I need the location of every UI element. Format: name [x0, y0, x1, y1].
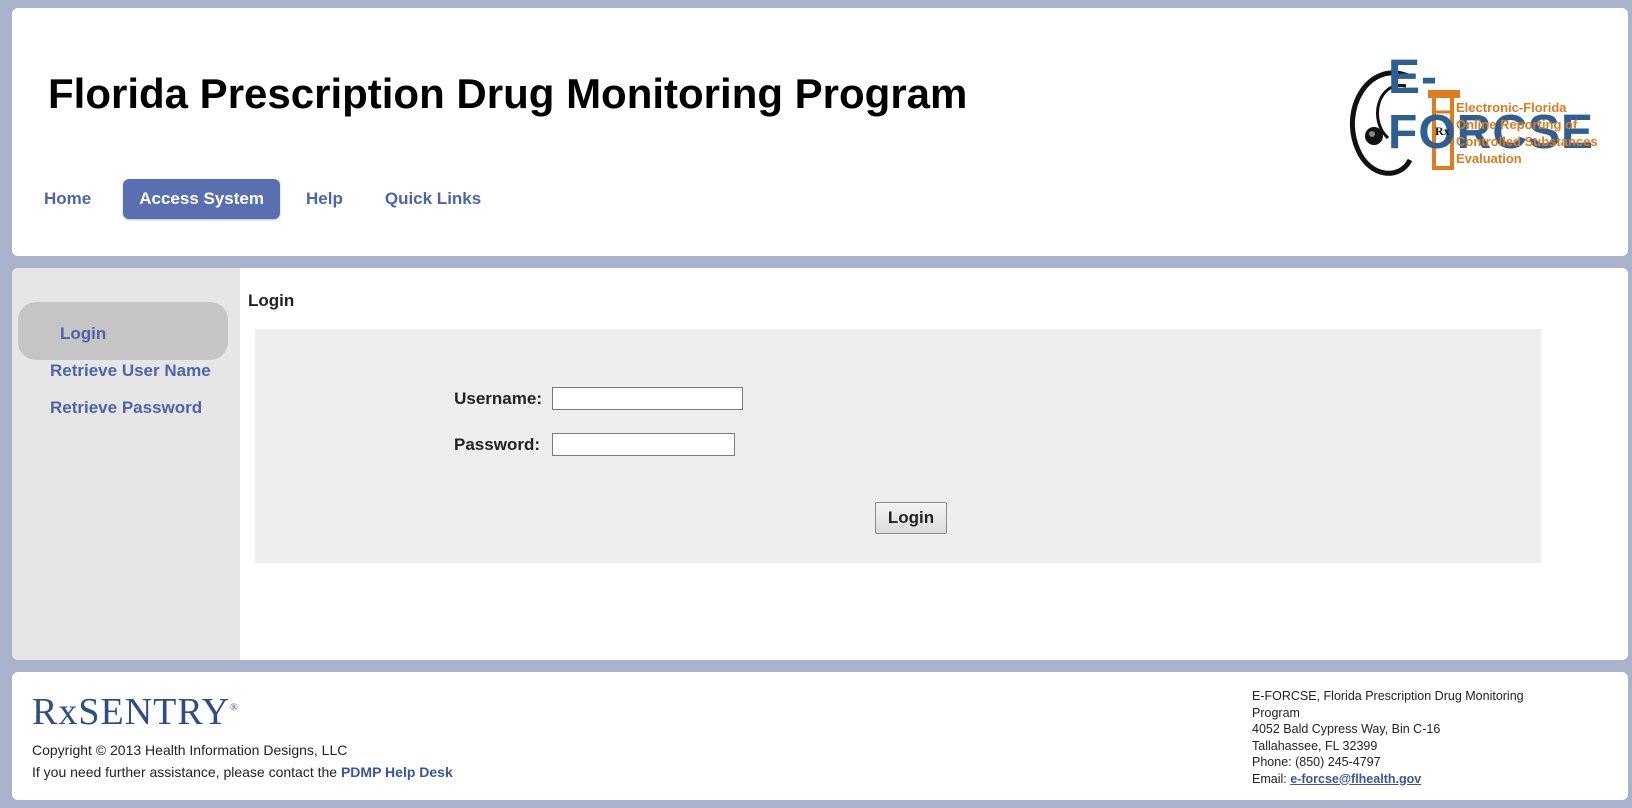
- logo-line-4: Evaluation: [1456, 151, 1522, 166]
- nav-help[interactable]: Help: [306, 189, 343, 209]
- sidebar-item-label: Login: [60, 324, 107, 343]
- rxsentry-logo: RxSENTRY®: [32, 691, 239, 733]
- section-title: Login: [248, 291, 295, 310]
- pdmp-help-desk-link[interactable]: PDMP Help Desk: [341, 764, 453, 780]
- password-input[interactable]: [552, 433, 735, 456]
- footer-panel: RxSENTRY® Copyright © 2013 Health Inform…: [12, 672, 1628, 800]
- rxsentry-name: SENTRY: [78, 691, 231, 733]
- assistance-label: If you need further assistance, please c…: [32, 764, 338, 780]
- header-panel: Florida Prescription Drug Monitoring Pro…: [12, 8, 1628, 256]
- main-nav: Home Access System Help Quick Links: [44, 179, 523, 219]
- rxsentry-rx: Rx: [32, 691, 79, 733]
- nav-quick-links[interactable]: Quick Links: [385, 189, 481, 209]
- email-link[interactable]: e-forcse@flhealth.gov: [1290, 772, 1421, 786]
- password-label: Password:: [454, 435, 540, 454]
- username-label: Username:: [454, 389, 542, 408]
- contact-line-1: E-FORCSE, Florida Prescription Drug Moni…: [1252, 689, 1524, 720]
- sidebar-item-retrieve-user-name[interactable]: Retrieve User Name: [50, 361, 211, 381]
- nav-home[interactable]: Home: [44, 189, 91, 209]
- rx-icon: Rx: [1435, 124, 1450, 138]
- logo-line-2: Online Reporting of: [1456, 117, 1578, 132]
- contact-line-2: 4052 Bald Cypress Way, Bin C-16: [1252, 722, 1441, 736]
- contact-line-3: Tallahassee, FL 32399: [1252, 738, 1378, 753]
- username-input[interactable]: [552, 387, 743, 410]
- contact-line-4: Phone: (850) 245-4797: [1252, 755, 1381, 769]
- login-form: Username: Password: Login: [255, 329, 1541, 563]
- nav-access-system[interactable]: Access System: [123, 179, 280, 219]
- assistance-text: If you need further assistance, please c…: [32, 764, 453, 780]
- sidebar: Login Retrieve User Name Retrieve Passwo…: [12, 268, 240, 660]
- eforcse-logo: E-FORCSE Rx Electronic-Florida Online Re…: [1348, 50, 1598, 188]
- logo-line-3: Controlled Substances: [1456, 134, 1598, 149]
- page-title: Florida Prescription Drug Monitoring Pro…: [48, 70, 968, 117]
- main-panel: Login Retrieve User Name Retrieve Passwo…: [12, 268, 1628, 660]
- email-label: Email:: [1252, 771, 1287, 786]
- login-button[interactable]: Login: [875, 502, 947, 534]
- logo-line-1: Electronic-Florida: [1456, 100, 1567, 115]
- copyright-text: Copyright © 2013 Health Information Desi…: [32, 742, 348, 758]
- sidebar-item-retrieve-password[interactable]: Retrieve Password: [50, 398, 202, 418]
- contact-email-row: Email: e-forcse@flhealth.gov: [1252, 771, 1552, 788]
- contact-info: E-FORCSE, Florida Prescription Drug Moni…: [1252, 688, 1552, 787]
- sidebar-item-login[interactable]: Login: [18, 302, 228, 360]
